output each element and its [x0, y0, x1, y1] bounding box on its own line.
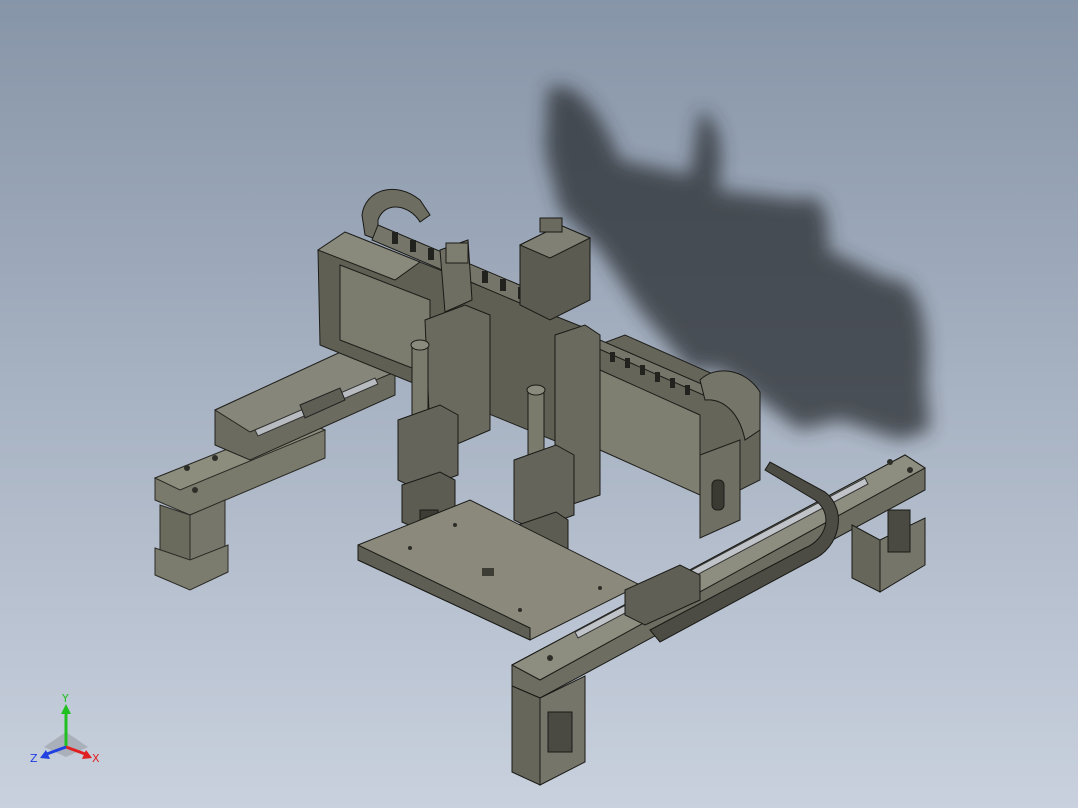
- graphics-viewport[interactable]: Y X Z: [0, 0, 1078, 808]
- gantry-model-view[interactable]: [0, 0, 1078, 808]
- y-axis-label: Y: [61, 692, 69, 705]
- z-axis-label: Z: [30, 752, 38, 765]
- orientation-triad: Y X Z: [30, 692, 100, 765]
- y-axis-arrowhead: [61, 704, 71, 714]
- x-axis-label: X: [92, 752, 100, 765]
